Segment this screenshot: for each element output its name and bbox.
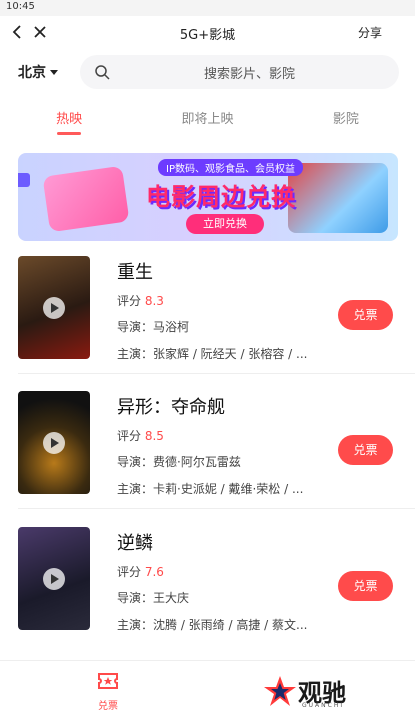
gift-box-image	[42, 165, 130, 233]
status-bar: 10:45	[0, 0, 415, 16]
movie-director: 导演：马浴柯	[117, 320, 190, 334]
back-icon[interactable]	[10, 24, 26, 40]
tab-coming-soon[interactable]: 即将上映	[138, 106, 276, 148]
movie-cast: 主演：卡莉·史派妮 / 戴维·荣松 / ...	[117, 482, 304, 496]
play-icon[interactable]	[43, 296, 65, 319]
movie-title: 重生	[117, 262, 153, 283]
search-input[interactable]: 搜索影片、影院	[80, 55, 399, 89]
promo-banner[interactable]: IP数码、观影食品、会员权益 电影周边兑换 立即兑换	[18, 153, 398, 241]
nav-bar: 5G+影城 分享	[0, 16, 415, 50]
movie-score: 评分 8.3	[117, 292, 164, 309]
tab-redeem[interactable]: 兑票	[88, 671, 128, 712]
tab-bar: 热映 即将上映 影院	[0, 106, 415, 148]
redeem-button[interactable]: 兑票	[338, 435, 393, 465]
close-icon[interactable]	[32, 24, 48, 40]
banner-title: 电影周边兑换	[146, 183, 296, 211]
movie-director: 导演：费德·阿尔瓦雷兹	[117, 455, 241, 469]
tab-cinemas[interactable]: 影院	[277, 106, 415, 148]
movie-title: 逆鳞	[117, 533, 153, 554]
score-label: 评分	[117, 429, 142, 443]
score-value: 8.3	[144, 294, 164, 308]
movie-poster[interactable]	[18, 256, 90, 359]
divider	[18, 373, 415, 374]
movie-cast: 主演：张家辉 / 阮经天 / 张榕容 / ...	[117, 347, 308, 361]
movie-item[interactable]: 异形：夺命舰 评分 8.5 导演：费德·阿尔瓦雷兹 主演：卡莉·史派妮 / 戴维…	[18, 391, 398, 496]
search-icon	[95, 65, 110, 80]
movie-poster[interactable]	[18, 527, 90, 630]
banner-tag-icon	[18, 173, 30, 187]
merch-image	[288, 163, 388, 233]
play-icon[interactable]	[43, 431, 65, 454]
redeem-button[interactable]: 兑票	[338, 571, 393, 601]
search-placeholder: 搜索影片、影院	[203, 66, 295, 82]
status-time: 10:45	[6, 1, 35, 12]
city-label: 北京	[18, 65, 46, 81]
movie-poster[interactable]	[18, 391, 90, 494]
score-value: 8.5	[144, 429, 164, 443]
play-icon[interactable]	[43, 567, 65, 590]
share-button[interactable]: 分享	[358, 24, 382, 41]
movie-cast: 主演：沈腾 / 张雨绮 / 高捷 / 蔡文...	[117, 618, 308, 632]
movie-title: 异形：夺命舰	[117, 397, 225, 418]
star-logo-icon	[264, 676, 296, 706]
score-label: 评分	[117, 565, 142, 579]
movie-score: 评分 7.6	[117, 563, 164, 580]
bottom-tab-bar: 兑票 观驰 GUANCHI	[0, 660, 415, 720]
divider	[18, 508, 415, 509]
banner-redeem-button[interactable]: 立即兑换	[186, 214, 264, 234]
tab-now-showing[interactable]: 热映	[0, 106, 138, 148]
logo-text-en: GUANCHI	[302, 702, 345, 709]
movie-item[interactable]: 重生 评分 8.3 导演：马浴柯 主演：张家辉 / 阮经天 / 张榕容 / ..…	[18, 256, 398, 361]
page-title: 5G+影城	[179, 27, 236, 43]
search-row: 北京 搜索影片、影院	[0, 52, 415, 92]
score-value: 7.6	[144, 565, 164, 579]
movie-item[interactable]: 逆鳞 评分 7.6 导演：王大庆 主演：沈腾 / 张雨绮 / 高捷 / 蔡文..…	[18, 527, 398, 632]
movie-director: 导演：王大庆	[117, 591, 190, 605]
ticket-icon	[98, 673, 118, 689]
caret-down-icon	[50, 69, 58, 75]
banner-subtitle: IP数码、观影食品、会员权益	[158, 159, 303, 176]
score-label: 评分	[117, 294, 142, 308]
redeem-button[interactable]: 兑票	[338, 300, 393, 330]
city-selector[interactable]: 北京	[0, 62, 80, 82]
brand-logo: 观驰 GUANCHI	[262, 675, 372, 711]
movie-score: 评分 8.5	[117, 427, 164, 444]
tab-redeem-label: 兑票	[98, 701, 118, 712]
